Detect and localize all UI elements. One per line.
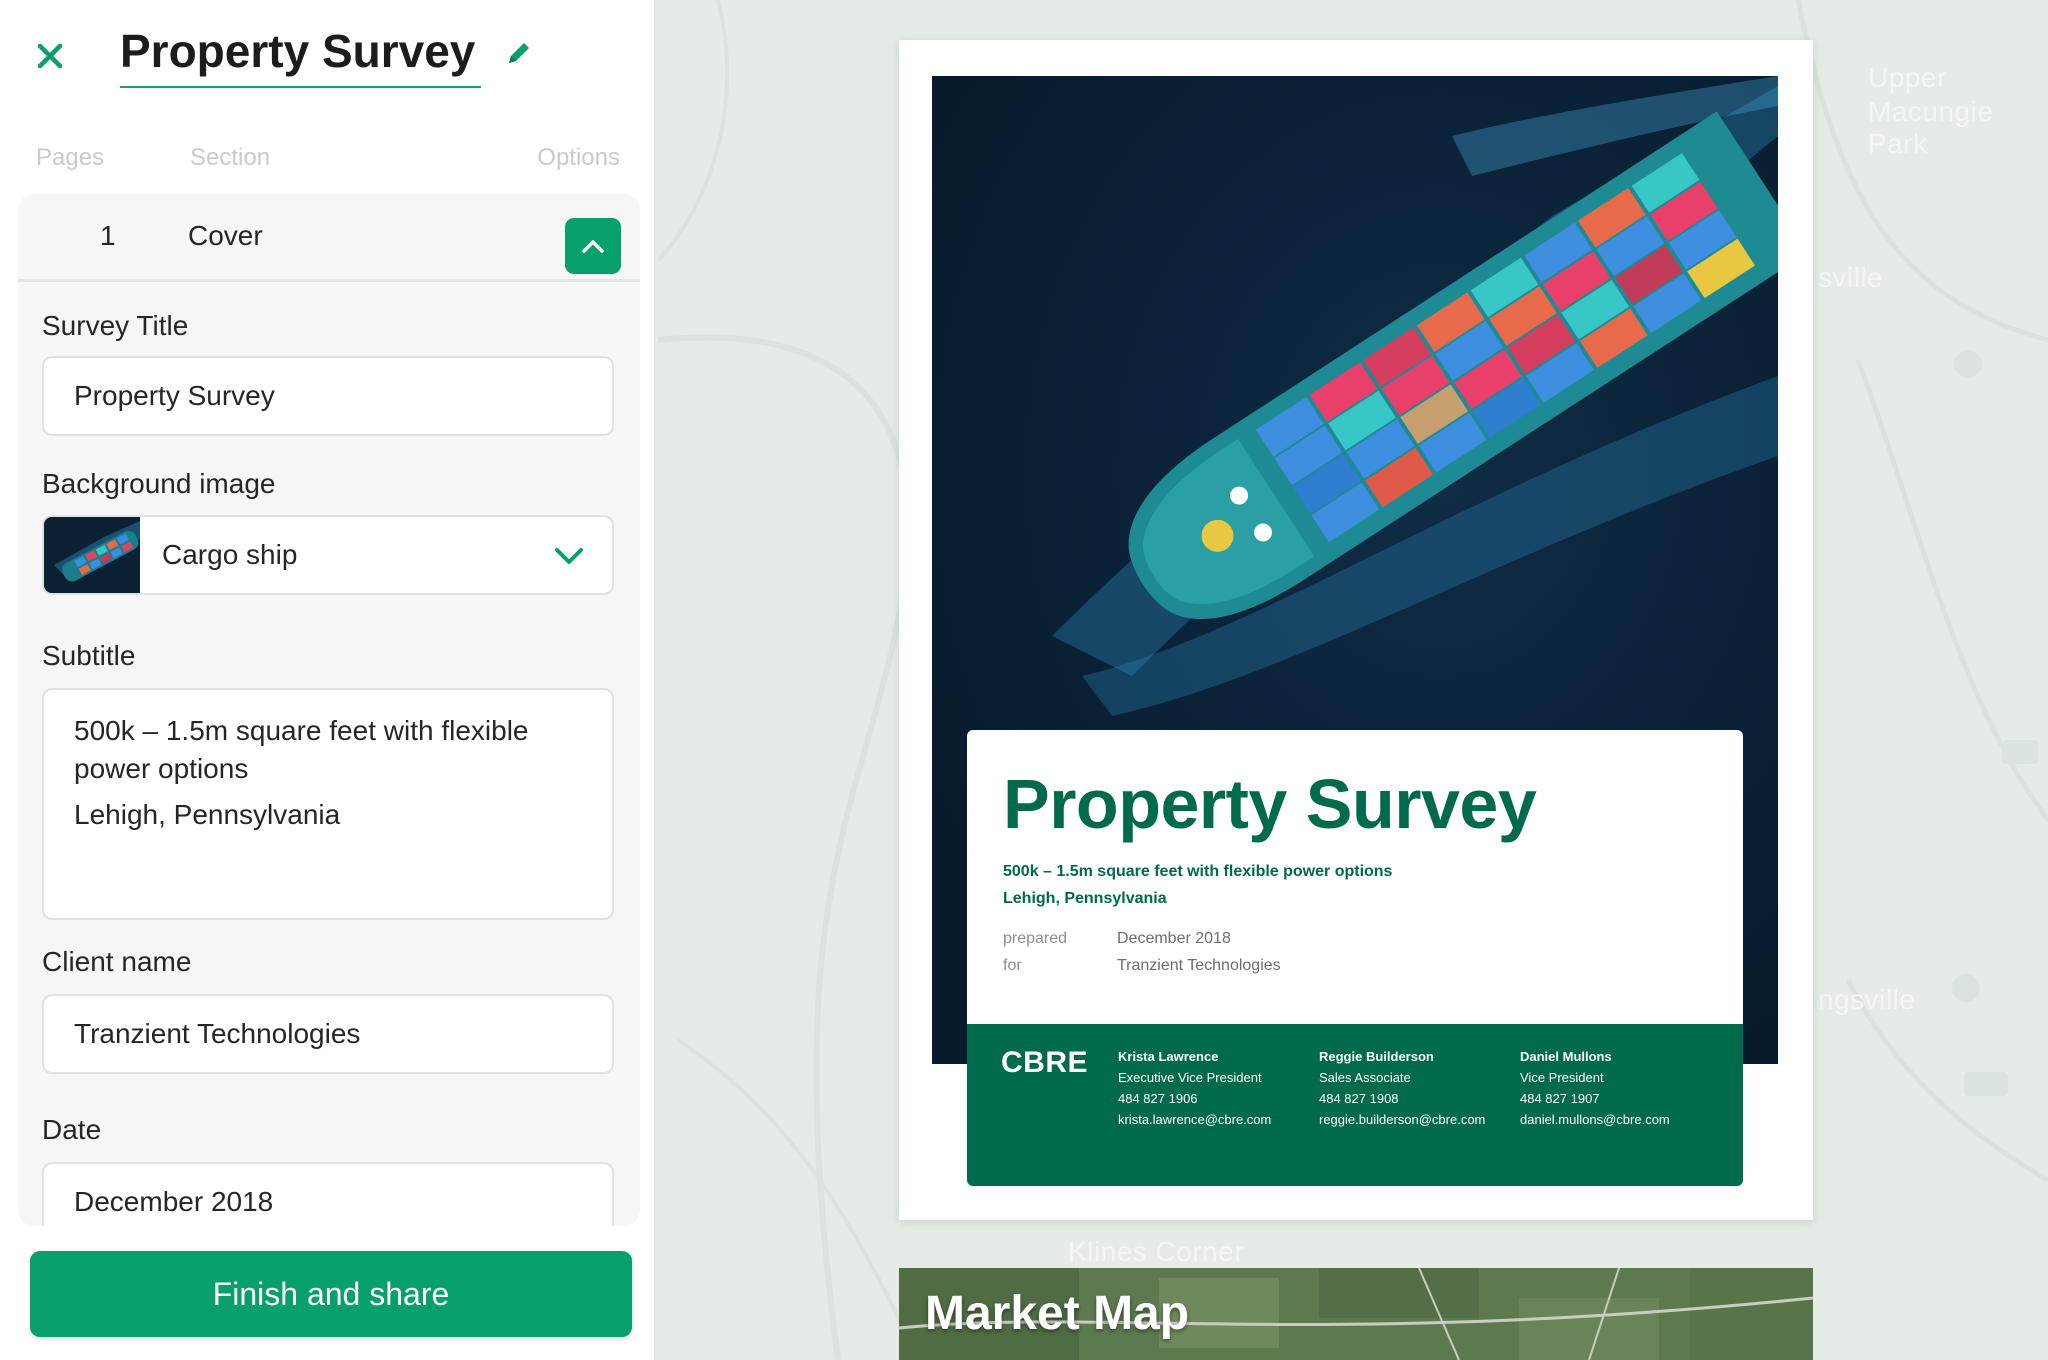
- contact-name: Daniel Mullons: [1520, 1049, 1612, 1064]
- subtitle-label: Subtitle: [42, 640, 136, 671]
- date-label: Date: [42, 1114, 102, 1145]
- cargo-ship-thumbnail: [44, 517, 140, 593]
- cbre-logo: CBRE: [1001, 1046, 1089, 1079]
- finish-and-share-button[interactable]: Finish and share: [30, 1251, 632, 1337]
- contact-phone: 484 827 1908: [1319, 1091, 1399, 1106]
- map-label-klines-corner: Klines Corner: [1068, 1236, 1245, 1267]
- contact-email: krista.lawrence@cbre.com: [1118, 1112, 1272, 1127]
- contact-card: Reggie Builderson Sales Associate 484 82…: [1319, 1046, 1485, 1130]
- contact-title: Executive Vice President: [1118, 1070, 1262, 1085]
- section-name: Cover: [188, 220, 263, 251]
- background-image-select[interactable]: Cargo ship: [42, 515, 614, 595]
- close-icon: [37, 43, 63, 69]
- column-pages: Pages: [36, 144, 105, 171]
- editor-panel: Property Survey Pages Section Options 1 …: [0, 0, 656, 1360]
- document-preview-page[interactable]: Property Survey 500k – 1.5m square feet …: [899, 40, 1813, 1220]
- contact-name: Krista Lawrence: [1118, 1049, 1219, 1064]
- market-map-title: Market Map: [925, 1287, 1190, 1340]
- subtitle-line-2: Lehigh, Pennsylvania: [74, 799, 341, 830]
- doc-title: Property Survey: [120, 25, 476, 77]
- cover-title: Property Survey: [1003, 765, 1537, 843]
- map-label-macungie-park: Macungie Park: [1868, 96, 1994, 159]
- market-map-page-preview[interactable]: Market Map: [899, 1268, 1813, 1360]
- contact-band: CBRE Krista Lawrence Executive Vice Pres…: [967, 1024, 1743, 1186]
- map-label-ngsville: ngsville: [1818, 984, 1916, 1015]
- edit-title-button[interactable]: [504, 38, 534, 68]
- contact-title: Vice President: [1520, 1070, 1604, 1085]
- doc-title-field[interactable]: Property Survey: [120, 20, 482, 88]
- cover-subtitle-line-2: Lehigh, Pennsylvania: [1003, 890, 1167, 907]
- prepared-label: prepared: [1003, 930, 1068, 947]
- background-image-label: Background image: [42, 468, 276, 499]
- section-page-number: 1: [100, 220, 116, 251]
- collapse-section-button[interactable]: [565, 218, 621, 274]
- contact-card: Krista Lawrence Executive Vice President…: [1118, 1046, 1271, 1130]
- map-label-sville: sville: [1818, 262, 1884, 293]
- contact-email: reggie.builderson@cbre.com: [1319, 1112, 1486, 1127]
- survey-title-input[interactable]: Property Survey: [42, 356, 614, 436]
- survey-title-label: Survey Title: [42, 310, 189, 341]
- contact-name: Reggie Builderson: [1319, 1049, 1434, 1064]
- subtitle-textarea[interactable]: 500k – 1.5m square feet with flexible po…: [42, 688, 614, 920]
- date-input[interactable]: December 2018: [42, 1162, 614, 1226]
- close-button[interactable]: [30, 36, 70, 76]
- section-header[interactable]: 1 Cover: [18, 194, 640, 282]
- cover-title-card: Property Survey 500k – 1.5m square feet …: [967, 730, 1743, 1026]
- contact-card: Daniel Mullons Vice President 484 827 19…: [1520, 1046, 1670, 1130]
- subtitle-line-1: 500k – 1.5m square feet with flexible po…: [74, 715, 529, 784]
- contact-email: daniel.mullons@cbre.com: [1520, 1112, 1670, 1127]
- column-section: Section: [190, 144, 271, 171]
- cover-client: Tranzient Technologies: [1117, 957, 1281, 974]
- column-options: Options: [537, 144, 620, 171]
- contact-phone: 484 827 1907: [1520, 1091, 1600, 1106]
- chevron-down-icon: [555, 548, 583, 564]
- column-headers: Pages Section Options: [0, 144, 656, 180]
- for-label: for: [1003, 957, 1022, 974]
- section-card: 1 Cover Survey Title Property Survey Bac…: [18, 194, 640, 1226]
- chevron-up-icon: [582, 240, 604, 253]
- client-name-label: Client name: [42, 946, 192, 977]
- contact-phone: 484 827 1906: [1118, 1091, 1198, 1106]
- background-image-value: Cargo ship: [162, 539, 298, 570]
- map-label-upper: Upper: [1868, 62, 1947, 93]
- pencil-icon: [509, 43, 529, 63]
- contact-title: Sales Associate: [1319, 1070, 1411, 1085]
- cover-subtitle-line-1: 500k – 1.5m square feet with flexible po…: [1003, 863, 1393, 880]
- client-name-input[interactable]: Tranzient Technologies: [42, 994, 614, 1074]
- cover-date: December 2018: [1117, 930, 1231, 947]
